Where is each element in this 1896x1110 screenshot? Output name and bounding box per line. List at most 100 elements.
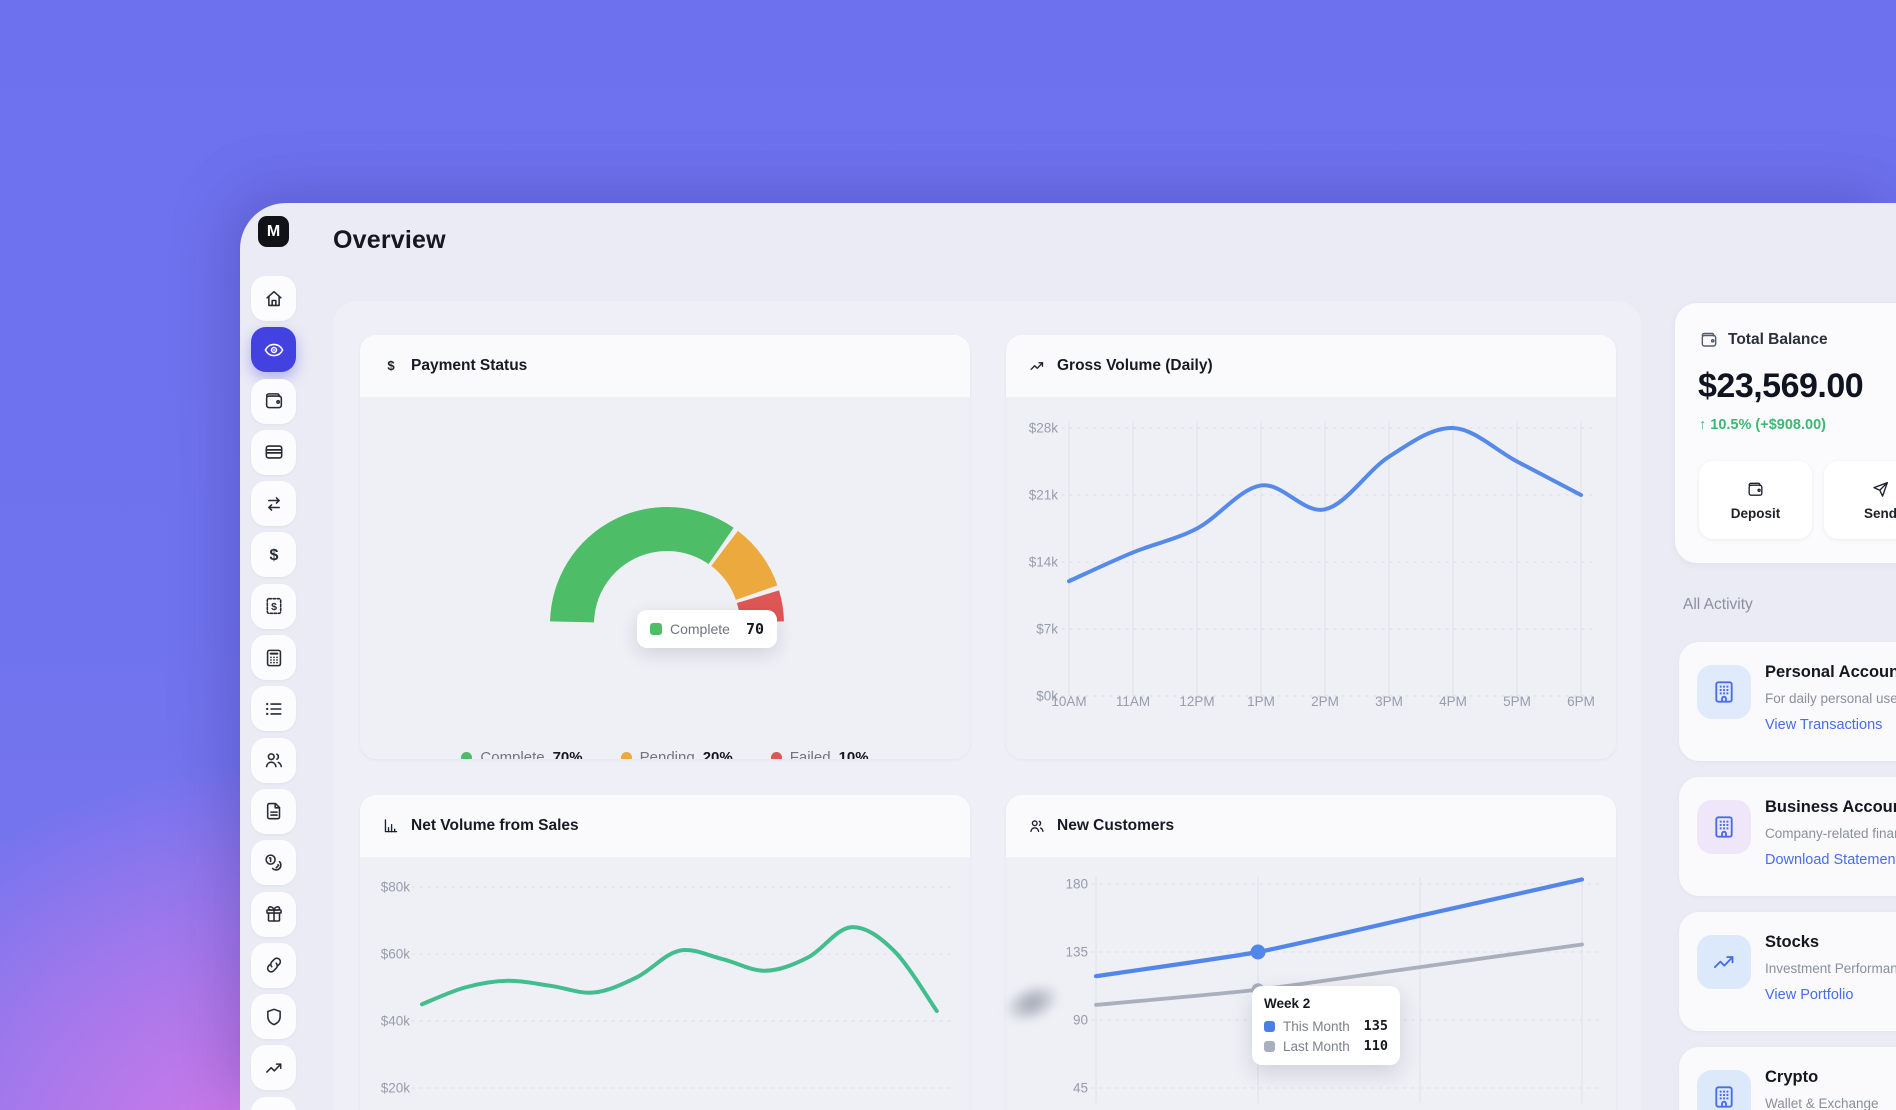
tooltip-series-value: 135 — [1364, 1018, 1388, 1034]
balance-actions: Deposit Send — [1699, 461, 1896, 539]
gauge-tooltip: Complete 70 — [637, 610, 777, 648]
new-customers-chart[interactable]: Week 2 This Month 135 Last Month 110 180… — [1006, 857, 1616, 1110]
total-balance-label: Total Balance — [1728, 331, 1828, 349]
sidebar-item-list[interactable] — [251, 686, 296, 731]
app-logo-letter: M — [267, 223, 280, 241]
sidebar-item-credit-card[interactable] — [251, 430, 296, 475]
y-axis-tick: $60k — [360, 947, 410, 962]
sidebar-item-device[interactable] — [251, 1097, 296, 1110]
trending-up-icon — [1028, 357, 1046, 375]
net-volume-chart[interactable]: $80k$60k$40k$20k — [360, 857, 970, 1110]
gross-volume-card: Gross Volume (Daily) $28k$21k$14k$7k$0k1… — [1006, 335, 1616, 759]
users-icon — [263, 749, 285, 771]
activity-title: Personal Account — [1765, 663, 1896, 682]
page-title: Overview — [333, 226, 446, 255]
sidebar-item-users[interactable] — [251, 738, 296, 783]
balance-amount: $23,569.00 — [1698, 367, 1863, 406]
send-button[interactable]: Send — [1824, 461, 1896, 539]
sidebar-item-shield[interactable] — [251, 994, 296, 1039]
link-icon — [263, 954, 285, 976]
building-icon — [1697, 800, 1751, 854]
trending-icon — [1697, 935, 1751, 989]
gauge-legend: Complete 70% Pending 20% Failed 10% — [360, 749, 970, 759]
x-axis-tick: 10AM — [1036, 694, 1102, 709]
trending-icon — [263, 1057, 285, 1079]
y-axis-tick: $80k — [360, 880, 410, 895]
users-icon — [1028, 817, 1046, 835]
bar-chart-icon — [382, 817, 400, 835]
wallet-icon — [263, 390, 285, 412]
legend-label: Complete — [480, 749, 544, 759]
tooltip-series-label: This Month — [1283, 1019, 1350, 1034]
sidebar-item-wallet[interactable] — [251, 379, 296, 424]
right-panel: Total Balance $23,569.00 ↑ 10.5% (+$908.… — [1675, 0, 1896, 1110]
sidebar-item-home[interactable] — [251, 276, 296, 321]
legend-item: Pending 20% — [621, 749, 733, 759]
sidebar-item-calculator[interactable] — [251, 635, 296, 680]
calculator-icon — [263, 647, 285, 669]
receipt-icon: $ — [263, 595, 285, 617]
x-axis-tick: 3PM — [1356, 694, 1422, 709]
balance-change: ↑ 10.5% (+$908.00) — [1699, 417, 1826, 433]
activity-title: Stocks — [1765, 933, 1819, 952]
y-axis-tick: $14k — [1006, 555, 1058, 570]
activity-link[interactable]: View Transactions — [1765, 717, 1882, 733]
legend-item: Complete 70% — [461, 749, 582, 759]
sidebar-item-receipt[interactable]: $ — [251, 584, 296, 629]
activity-link[interactable]: View Portfolio — [1765, 987, 1853, 1003]
card-title: Net Volume from Sales — [411, 817, 579, 835]
sidebar-item-trending[interactable] — [251, 1045, 296, 1090]
card-title: Payment Status — [411, 357, 527, 375]
activity-link[interactable]: Download Statement — [1765, 852, 1896, 868]
activity-subtitle: Wallet & Exchange — [1765, 1096, 1879, 1110]
credit-card-icon — [263, 441, 285, 463]
net-volume-card: Net Volume from Sales $80k$60k$40k$20k — [360, 795, 970, 1110]
sidebar-item-document[interactable] — [251, 789, 296, 834]
legend-dot — [621, 752, 632, 759]
svg-text:$: $ — [271, 601, 277, 613]
x-axis-tick: 4PM — [1420, 694, 1486, 709]
sidebar-item-coins[interactable] — [251, 840, 296, 885]
send-button-label: Send — [1864, 506, 1896, 521]
activity-subtitle: Company-related finances — [1765, 826, 1896, 841]
x-axis-tick: 2PM — [1292, 694, 1358, 709]
legend-swatch — [1264, 1021, 1275, 1032]
y-axis-tick: 45 — [1028, 1081, 1088, 1096]
building-icon — [1697, 665, 1751, 719]
y-axis-tick: 180 — [1028, 877, 1088, 892]
sidebar-item-dollar[interactable]: $ — [251, 532, 296, 577]
x-axis-tick: 6PM — [1548, 694, 1614, 709]
total-balance-card: Total Balance $23,569.00 ↑ 10.5% (+$908.… — [1675, 303, 1896, 563]
sidebar-item-link[interactable] — [251, 943, 296, 988]
activity-subtitle: For daily personal use — [1765, 691, 1896, 706]
line-chart-canvas — [1006, 857, 1616, 1110]
gift-icon — [263, 903, 285, 925]
legend-swatch — [1264, 1041, 1275, 1052]
deposit-button[interactable]: Deposit — [1699, 461, 1812, 539]
legend-dot — [771, 752, 782, 759]
week-tooltip-row: This Month 135 — [1264, 1018, 1388, 1034]
y-axis-tick: $40k — [360, 1014, 410, 1029]
legend-label: Pending — [640, 749, 695, 759]
document-icon — [263, 800, 285, 822]
dollar-icon: $ — [263, 544, 285, 566]
sidebar-item-gift[interactable] — [251, 892, 296, 937]
x-axis-tick: 5PM — [1484, 694, 1550, 709]
payment-status-chart[interactable]: Complete 70 Complete 70% Pending 20% — [360, 397, 970, 759]
dashboard-window: M Overview $$ $ Payment Status Complete … — [240, 203, 1896, 1110]
x-axis-tick: 11AM — [1100, 694, 1166, 709]
svg-text:$: $ — [387, 358, 395, 373]
total-balance-header: Total Balance — [1699, 330, 1828, 350]
sidebar-item-eye[interactable] — [251, 327, 296, 372]
sidebar-item-transfer[interactable] — [251, 481, 296, 526]
activity-card-crypto: CryptoWallet & Exchange — [1679, 1047, 1896, 1110]
card-header: Net Volume from Sales — [360, 795, 970, 857]
legend-value: 70% — [553, 749, 583, 759]
card-header: New Customers — [1006, 795, 1616, 857]
gross-volume-chart[interactable]: $28k$21k$14k$7k$0k10AM11AM12PM1PM2PM3PM4… — [1006, 397, 1616, 759]
all-activity-label: All Activity — [1683, 596, 1753, 614]
card-header: Gross Volume (Daily) — [1006, 335, 1616, 397]
sidebar: $$ — [251, 276, 296, 1110]
x-axis-tick: 1PM — [1228, 694, 1294, 709]
tooltip-series-label: Last Month — [1283, 1039, 1350, 1054]
